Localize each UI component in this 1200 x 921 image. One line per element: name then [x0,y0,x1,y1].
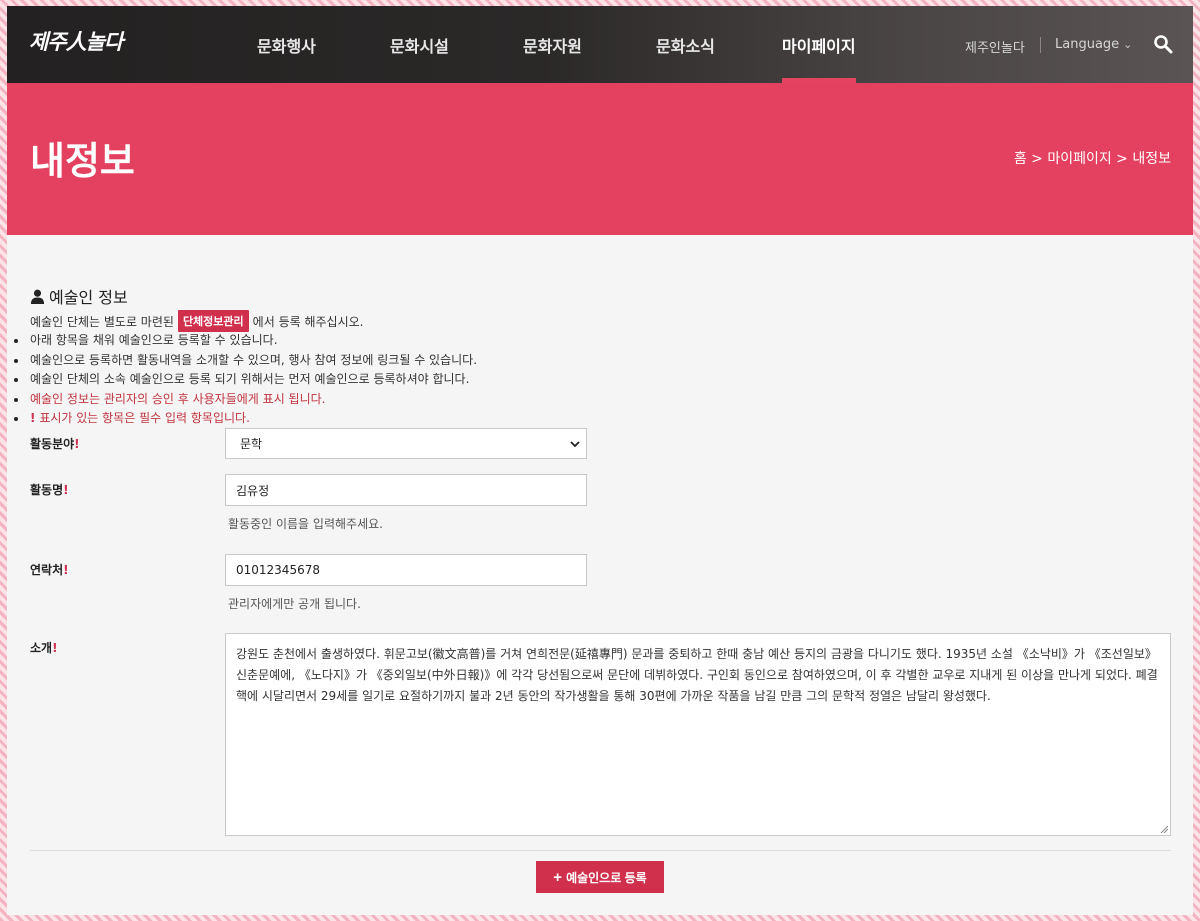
name-help-text: 활동중인 이름을 입력해주세요. [228,517,383,531]
intro-text-after: 에서 등록 해주십시오. [252,314,364,329]
contact-input[interactable]: 01012345678 [225,554,587,586]
top-navigation-bar: 제주人놀다 문화행사 문화시설 문화자원 문화소식 마이페이지 제주인놀다 La… [7,6,1193,83]
guide-list: 아래 항목을 채워 예술인으로 등록할 수 있습니다. 예술인으로 등록하면 활… [13,331,477,429]
nav-item-mypage[interactable]: 마이페이지 [782,33,856,57]
search-icon[interactable] [1153,34,1173,54]
contact-help-text: 관리자에게만 공개 됩니다. [228,597,361,611]
required-mark: ! [63,563,69,577]
list-item: 예술인으로 등록하면 활동내역을 소개할 수 있으며, 행사 참여 정보에 링크… [13,351,477,371]
select-value: 문학 [240,437,263,451]
intro-text: 예술인 단체는 별도로 마련된 단체정보관리 에서 등록 해주십시오. [30,310,363,332]
util-divider [1040,37,1041,53]
field-label-activity: 활동분야! [30,435,80,452]
site-home-link[interactable]: 제주인놀다 [965,37,1025,56]
language-selector[interactable]: Language ⌄ [1055,37,1132,52]
intro-textarea[interactable]: 강원도 춘천에서 출생하였다. 휘문고보(徽文高普)를 거쳐 연희전문(延禧專門… [225,633,1171,836]
button-label: 예술인으로 등록 [566,870,647,885]
input-value: 01012345678 [236,563,320,577]
activity-name-input[interactable]: 김유정 [225,474,587,506]
section-title-text: 예술인 정보 [49,288,128,307]
nav-item-events[interactable]: 문화행사 [257,33,316,57]
field-label-intro: 소개! [30,639,58,656]
chevron-down-icon: ⌄ [1123,38,1133,51]
list-item-required-note: ! 표시가 있는 항목은 필수 입력 항목입니다. [13,409,477,429]
intro-text-before: 예술인 단체는 별도로 마련된 [30,314,174,329]
field-label-contact: 연락처! [30,561,69,578]
required-mark: ! [30,411,36,425]
register-artist-button[interactable]: + 예술인으로 등록 [536,861,664,893]
label-text: 연락처 [30,563,64,577]
site-logo[interactable]: 제주人놀다 [29,26,123,56]
main-content: 예술인 정보 예술인 단체는 별도로 마련된 단체정보관리 에서 등록 해주십시… [7,235,1193,915]
required-mark: ! [74,437,80,451]
plus-icon: + [553,868,563,886]
activity-field-select[interactable]: 문학 [225,428,587,459]
label-text: 활동분야 [30,437,75,451]
input-value: 김유정 [236,483,270,498]
required-mark: ! [52,641,58,655]
group-info-link[interactable]: 단체정보관리 [177,310,249,332]
page-title: 내정보 [30,139,135,183]
language-label: Language [1055,37,1120,52]
list-item: 예술인 정보는 관리자의 승인 후 사용자들에게 표시 됩니다. [13,390,477,410]
resize-grip-icon[interactable] [1160,825,1168,833]
label-text: 활동명 [30,483,64,497]
nav-item-news[interactable]: 문화소식 [656,33,715,57]
page-hero: 내정보 홈 > 마이페이지 > 내정보 [7,83,1193,235]
required-mark: ! [63,483,69,497]
section-title: 예술인 정보 [30,284,128,308]
user-icon [30,289,45,304]
required-note-text: 표시가 있는 항목은 필수 입력 항목입니다. [39,411,250,425]
textarea-value: 강원도 춘천에서 출생하였다. 휘문고보(徽文高普)를 거쳐 연희전문(延禧專門… [236,647,1158,703]
nav-item-resources[interactable]: 문화자원 [523,33,582,57]
chevron-down-icon [570,440,580,447]
nav-item-facilities[interactable]: 문화시설 [390,33,449,57]
list-item: 아래 항목을 채워 예술인으로 등록할 수 있습니다. [13,331,477,351]
list-item: 예술인 단체의 소속 예술인으로 등록 되기 위해서는 먼저 예술인으로 등록하… [13,370,477,390]
page-frame: 제주人놀다 문화행사 문화시설 문화자원 문화소식 마이페이지 제주인놀다 La… [7,6,1193,915]
label-text: 소개 [30,641,53,655]
form-divider [30,850,1171,851]
field-label-name: 활동명! [30,481,69,498]
breadcrumb[interactable]: 홈 > 마이페이지 > 내정보 [1014,148,1171,168]
